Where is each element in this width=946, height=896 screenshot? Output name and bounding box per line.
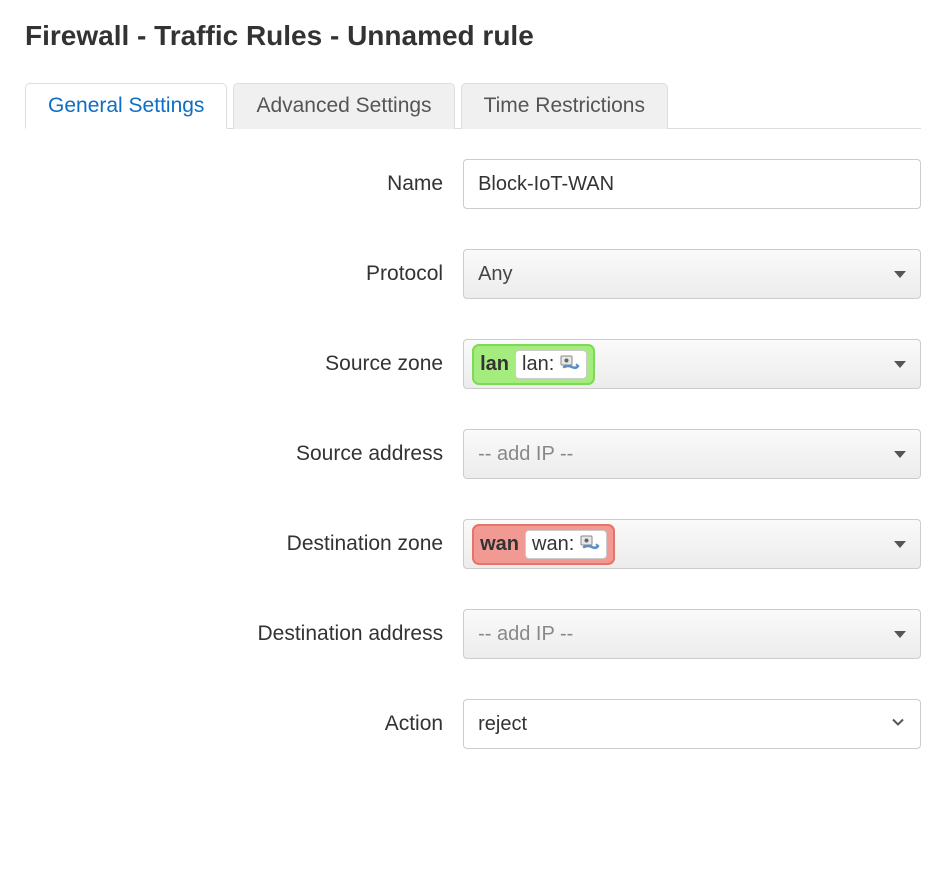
zone-iface-lan: lan: bbox=[515, 350, 587, 379]
row-destination-zone: Destination zone wan wan: bbox=[25, 519, 921, 569]
network-interface-icon bbox=[578, 535, 600, 553]
label-destination-zone: Destination zone bbox=[25, 532, 463, 556]
tabs: General Settings Advanced Settings Time … bbox=[25, 82, 921, 129]
page-title: Firewall - Traffic Rules - Unnamed rule bbox=[25, 20, 921, 52]
destination-address-select[interactable]: -- add IP -- bbox=[463, 609, 921, 659]
protocol-value: Any bbox=[478, 263, 512, 286]
label-action: Action bbox=[25, 712, 463, 736]
source-address-select[interactable]: -- add IP -- bbox=[463, 429, 921, 479]
zone-name-wan: wan bbox=[480, 533, 519, 556]
zone-iface-wan: wan: bbox=[525, 530, 607, 559]
row-source-zone: Source zone lan lan: bbox=[25, 339, 921, 389]
row-source-address: Source address -- add IP -- bbox=[25, 429, 921, 479]
source-address-placeholder: -- add IP -- bbox=[478, 443, 573, 466]
zone-name-lan: lan bbox=[480, 353, 509, 376]
tab-general-settings[interactable]: General Settings bbox=[25, 83, 227, 129]
protocol-select[interactable]: Any bbox=[463, 249, 921, 299]
row-action: Action reject bbox=[25, 699, 921, 749]
row-name: Name bbox=[25, 159, 921, 209]
tab-advanced-settings[interactable]: Advanced Settings bbox=[233, 83, 454, 129]
zone-badge-wan: wan wan: bbox=[472, 524, 615, 565]
tab-time-restrictions[interactable]: Time Restrictions bbox=[461, 83, 668, 129]
destination-address-placeholder: -- add IP -- bbox=[478, 623, 573, 646]
label-destination-address: Destination address bbox=[25, 622, 463, 646]
name-input[interactable] bbox=[463, 159, 921, 209]
chevron-down-icon bbox=[894, 361, 906, 368]
chevron-down-icon bbox=[894, 451, 906, 458]
chevron-down-icon bbox=[894, 631, 906, 638]
label-source-address: Source address bbox=[25, 442, 463, 466]
row-protocol: Protocol Any bbox=[25, 249, 921, 299]
network-interface-icon bbox=[558, 355, 580, 373]
chevron-down-icon bbox=[894, 271, 906, 278]
destination-zone-select[interactable]: wan wan: bbox=[463, 519, 921, 569]
chevron-down-icon bbox=[894, 541, 906, 548]
row-destination-address: Destination address -- add IP -- bbox=[25, 609, 921, 659]
zone-badge-lan: lan lan: bbox=[472, 344, 595, 385]
source-zone-select[interactable]: lan lan: bbox=[463, 339, 921, 389]
label-source-zone: Source zone bbox=[25, 352, 463, 376]
label-name: Name bbox=[25, 172, 463, 196]
action-select[interactable]: reject bbox=[463, 699, 921, 749]
label-protocol: Protocol bbox=[25, 262, 463, 286]
